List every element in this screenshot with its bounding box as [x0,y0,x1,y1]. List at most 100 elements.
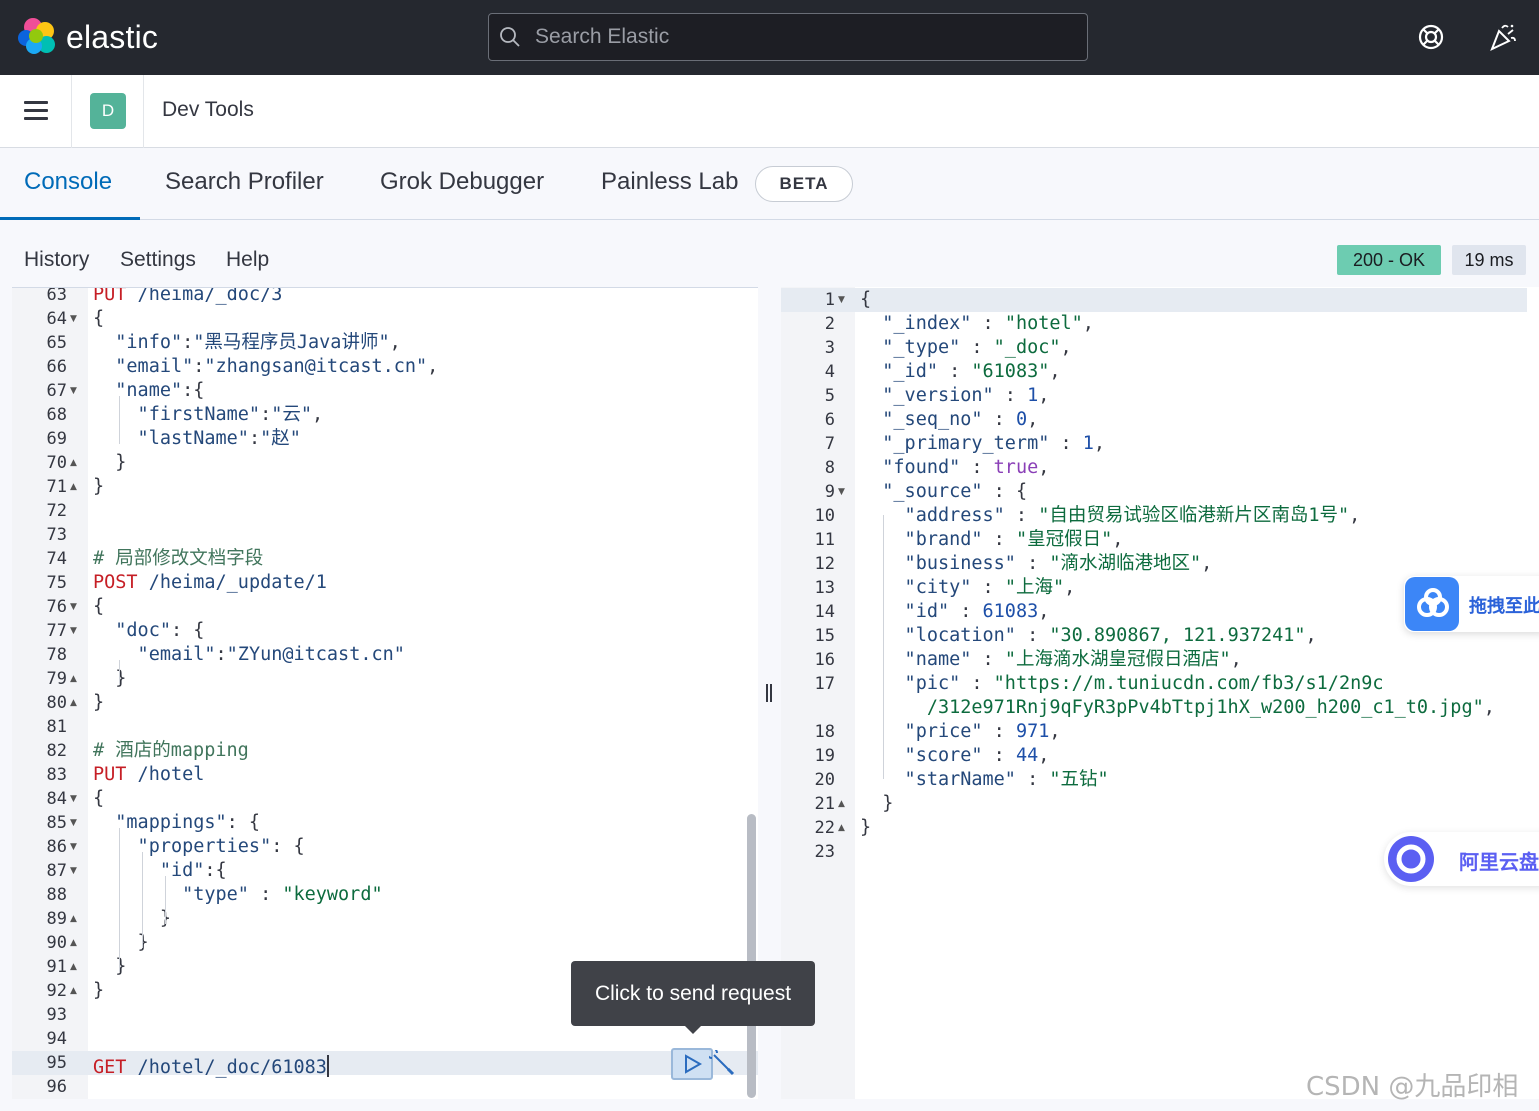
fold-close-icon[interactable]: ▲ [838,823,845,833]
code-token: : [960,673,994,694]
code-token: "address" [860,505,1005,526]
fold-close-icon[interactable]: ▲ [70,674,77,684]
code-token: "皇冠假日" [1015,529,1113,550]
code-line: } [860,792,893,816]
code-token: "keyword" [282,884,383,905]
code-token: , [1060,337,1072,358]
fold-close-icon[interactable]: ▲ [70,962,77,972]
code-token: "city" [860,577,972,598]
code-line: } [93,931,149,955]
line-number: 72 [46,501,67,521]
code-token: 971 [1015,721,1050,742]
code-line: } [93,691,104,715]
line-number: 22 [814,818,835,838]
breadcrumb-dev-tools: Dev Tools [162,98,254,121]
aliyun-drive-widget[interactable]: 阿里云盘 [1384,832,1539,886]
line-number: 69 [46,429,67,449]
code-token: "61083" [971,361,1050,382]
code-token: "_index" [860,313,972,334]
fold-open-icon[interactable]: ▼ [838,295,845,305]
code-token: "https://m.tuniucdn.com/fb3/s1/2n9c [993,673,1384,694]
line-number: 84 [46,789,67,809]
line-number: 65 [46,333,67,353]
code-token: : [1015,769,1050,790]
elastic-logo-icon [18,18,56,56]
code-token: POST [93,572,138,593]
code-token: : [182,332,194,353]
fold-open-icon[interactable]: ▼ [70,842,77,852]
code-token: { [93,788,105,809]
code-token: , [1038,745,1050,766]
party-popper-icon[interactable] [1488,22,1518,52]
settings-link[interactable]: Settings [120,248,196,272]
code-line: } [93,667,126,691]
code-token: "_doc" [993,337,1061,358]
line-number: 94 [46,1029,67,1049]
code-line: # 局部修改文档字段 [93,547,263,571]
code-token: # 酒店的mapping [93,740,249,761]
wrench-icon[interactable] [709,1050,737,1078]
editor-scrollbar[interactable] [747,814,756,1098]
aliyun-drive-icon [1388,836,1434,882]
fold-open-icon[interactable]: ▼ [70,794,77,804]
code-line: "id":{ [93,859,227,883]
tab-grok-debugger[interactable]: Grok Debugger [380,168,544,196]
fold-open-icon[interactable]: ▼ [70,386,77,396]
baidu-netdisk-widget[interactable]: 拖拽至此 [1404,576,1539,632]
menu-toggle-icon[interactable] [24,101,48,121]
space-avatar[interactable]: D [90,93,126,129]
fold-open-icon[interactable]: ▼ [70,314,77,324]
code-token: :{ [182,380,205,401]
search-input[interactable] [535,25,1055,49]
beta-badge: BETA [755,166,853,202]
code-token: : [1049,433,1083,454]
code-token: "lastName" [93,428,249,449]
tab-console[interactable]: Console [24,168,112,196]
code-token: : [982,529,1016,550]
search-icon [500,27,520,47]
fold-close-icon[interactable]: ▲ [70,986,77,996]
tab-search-profiler[interactable]: Search Profiler [165,168,324,196]
line-number: 15 [814,626,835,646]
lifebuoy-icon[interactable] [1416,22,1446,52]
fold-open-icon[interactable]: ▼ [70,626,77,636]
fold-close-icon[interactable]: ▲ [70,482,77,492]
request-time-badge: 19 ms [1452,245,1526,275]
fold-close-icon[interactable]: ▲ [70,938,77,948]
fold-close-icon[interactable]: ▲ [838,799,845,809]
code-token: "ZYun@itcast.cn" [226,644,405,665]
send-request-button[interactable] [671,1048,713,1080]
code-token: : [971,649,1005,670]
code-token: { [93,596,105,617]
line-number: 14 [814,602,835,622]
global-search[interactable] [488,13,1088,61]
fold-close-icon[interactable]: ▲ [70,914,77,924]
fold-open-icon[interactable]: ▼ [838,487,845,497]
line-number: 9 [824,482,835,502]
code-line: "business" : "滴水湖临港地区", [860,552,1213,576]
history-link[interactable]: History [24,248,89,272]
fold-close-icon[interactable]: ▲ [70,458,77,468]
fold-open-icon[interactable]: ▼ [70,602,77,612]
line-number: 63 [46,287,67,305]
code-token: /heima/_doc/3 [126,287,283,305]
tab-painless-lab[interactable]: Painless Lab [601,168,738,196]
code-line: "_primary_term" : 1, [860,432,1105,456]
help-link[interactable]: Help [226,248,269,272]
fold-open-icon[interactable]: ▼ [70,866,77,876]
elastic-logo[interactable]: elastic [18,18,158,56]
code-token: : [971,313,1005,334]
line-number: 68 [46,405,67,425]
code-token: "滴水湖临港地区" [1049,553,1202,574]
code-token: { [860,289,872,310]
code-line: "name":{ [93,379,204,403]
code-token: , [389,332,401,353]
code-token: : { [271,836,305,857]
fold-close-icon[interactable]: ▲ [70,698,77,708]
panel-resize-handle[interactable] [764,684,774,702]
code-token: /hotel/_doc/61083 [126,1057,327,1078]
code-line: "_id" : "61083", [860,360,1060,384]
fold-open-icon[interactable]: ▼ [70,818,77,828]
app-bar: D Dev Tools [0,75,1539,148]
code-token: : [982,745,1016,766]
